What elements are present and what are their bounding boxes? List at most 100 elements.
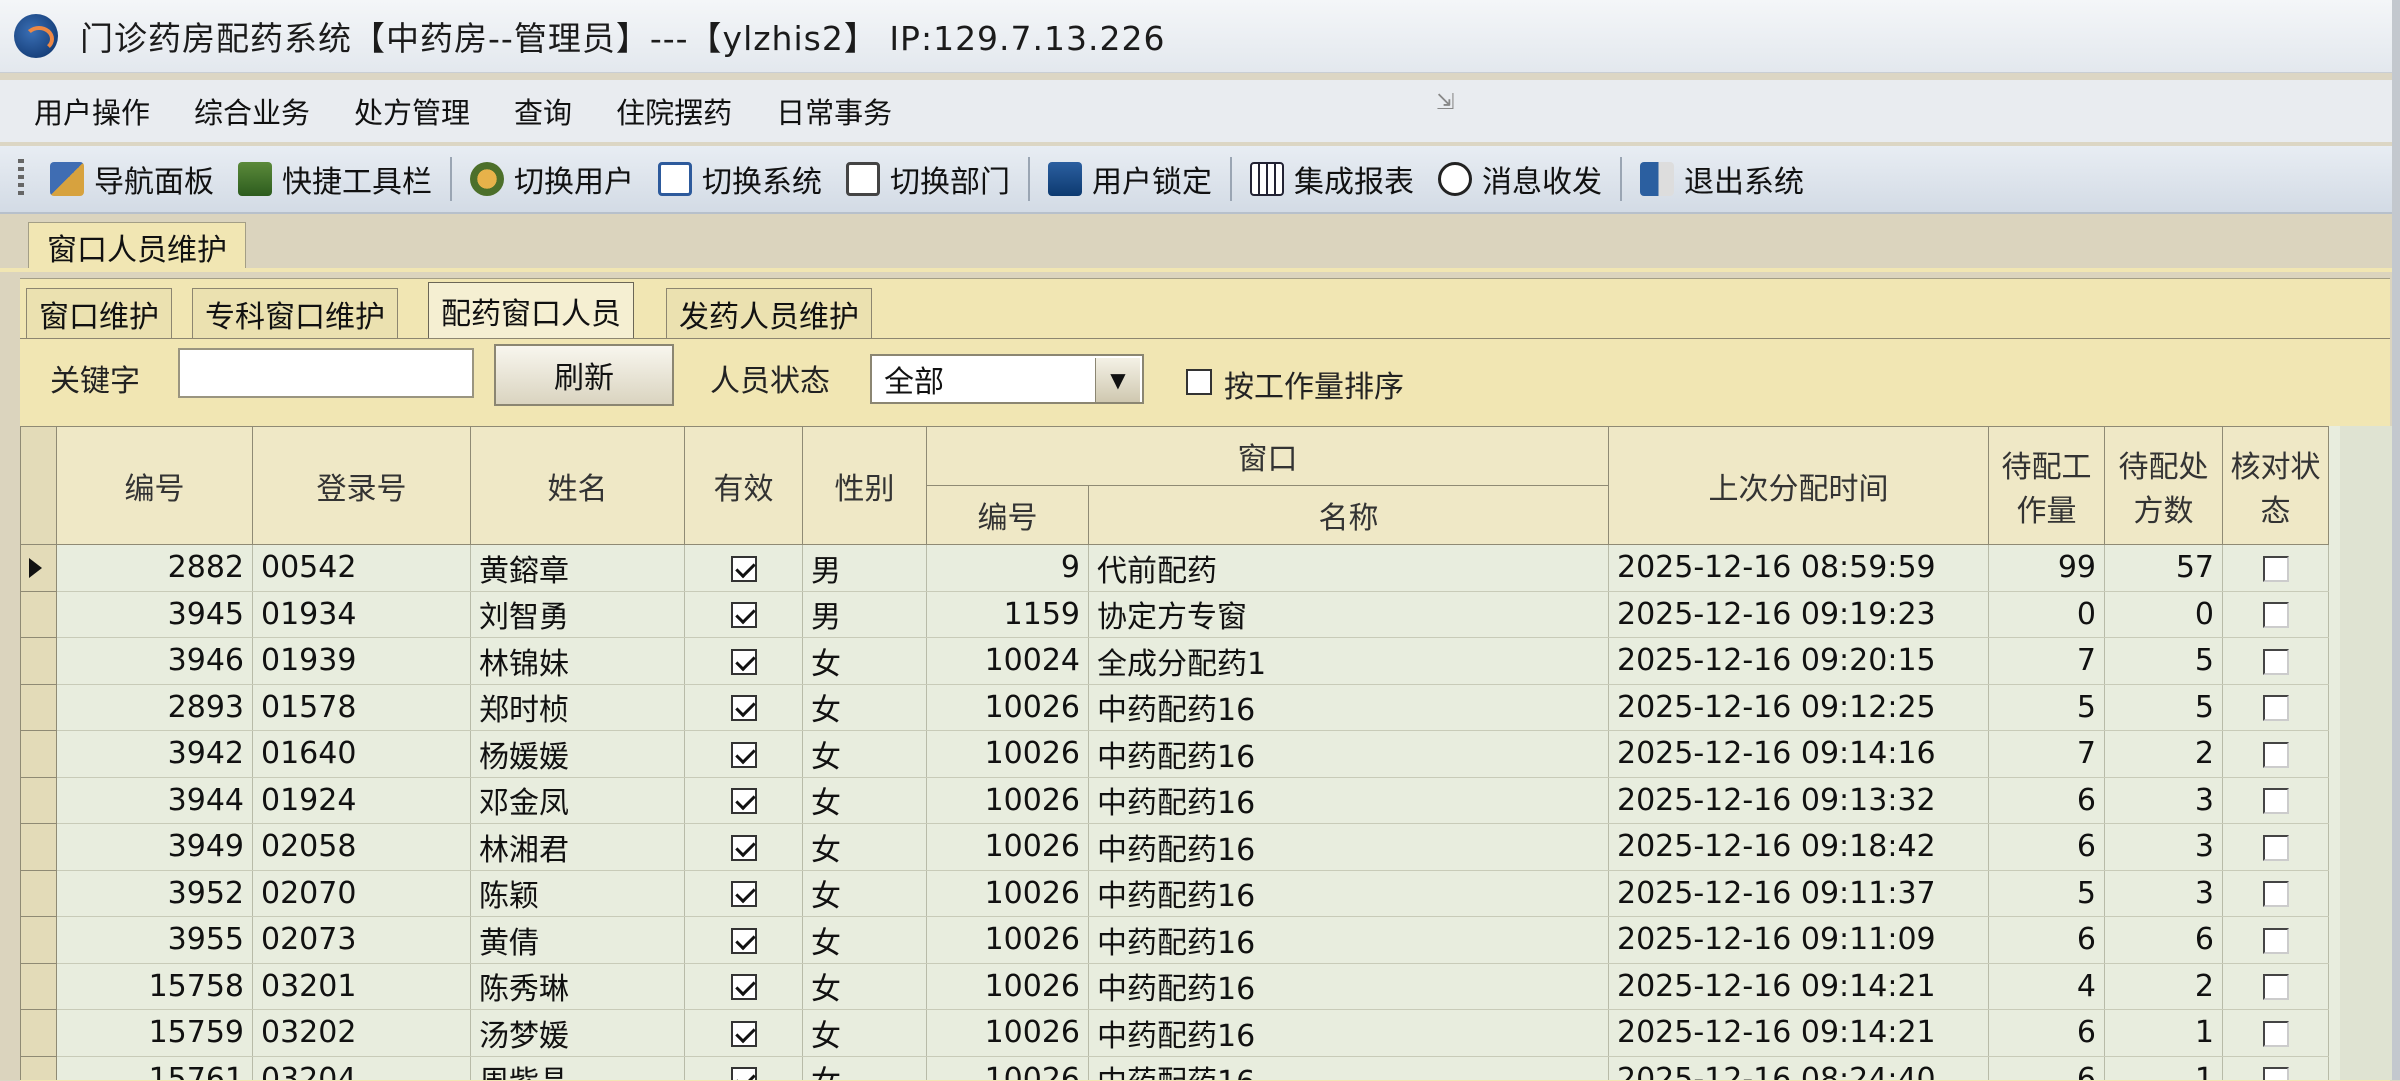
valid-checkbox[interactable] <box>730 1067 757 1080</box>
cell-name[interactable]: 黄倩 <box>470 916 685 964</box>
row-selector[interactable] <box>20 962 57 1010</box>
table-row[interactable]: 3945 01934 刘智勇 男 1159 协定方专窗 2025-12-16 09:19:2… <box>20 590 2329 638</box>
check-status-checkbox[interactable] <box>2262 741 2289 768</box>
cell-pending-workload[interactable]: 6 <box>1988 777 2105 824</box>
cell-pending-prescriptions[interactable]: 5 <box>2104 684 2223 731</box>
cell-valid[interactable] <box>684 591 803 638</box>
cell-window-id[interactable]: 10026 <box>926 963 1089 1010</box>
header-login[interactable]: 登录号 <box>252 426 471 545</box>
cell-window-id[interactable]: 9 <box>926 544 1089 592</box>
cell-window-name[interactable]: 中药配药16 <box>1088 684 1609 731</box>
cell-check-status[interactable] <box>2222 544 2329 592</box>
cell-gender[interactable]: 女 <box>802 916 927 964</box>
cell-last-assign-time[interactable]: 2025-12-16 09:11:37 <box>1608 870 1989 917</box>
cell-pending-prescriptions[interactable]: 2 <box>2104 730 2223 778</box>
cell-id[interactable]: 15761 <box>56 1056 253 1080</box>
cell-check-status[interactable] <box>2222 870 2329 917</box>
cell-login[interactable]: 02070 <box>252 870 471 917</box>
cell-check-status[interactable] <box>2222 730 2329 778</box>
cell-id[interactable]: 15759 <box>56 1009 253 1057</box>
header-name[interactable]: 姓名 <box>470 426 685 545</box>
cell-last-assign-time[interactable]: 2025-12-16 09:12:25 <box>1608 684 1989 731</box>
table-row[interactable]: 15758 03201 陈秀琳 女 10026 中药配药16 2025-12-16 09:1… <box>20 962 2329 1010</box>
cell-gender[interactable]: 女 <box>802 870 927 917</box>
cell-last-assign-time[interactable]: 2025-12-16 08:59:59 <box>1608 544 1989 592</box>
tab-window-staff-maintenance[interactable]: 窗口人员维护 <box>28 222 246 271</box>
cell-name[interactable]: 陈颖 <box>470 870 685 917</box>
cell-name[interactable]: 林锦妹 <box>470 637 685 685</box>
cell-pending-workload[interactable]: 6 <box>1988 916 2105 964</box>
cell-check-status[interactable] <box>2222 823 2329 871</box>
cell-pending-workload[interactable]: 7 <box>1988 637 2105 685</box>
header-id[interactable]: 编号 <box>56 426 253 545</box>
cell-last-assign-time[interactable]: 2025-12-16 09:13:32 <box>1608 777 1989 824</box>
cell-login[interactable]: 03202 <box>252 1009 471 1057</box>
cell-login[interactable]: 02073 <box>252 916 471 964</box>
cell-valid[interactable] <box>684 544 803 592</box>
cell-pending-prescriptions[interactable]: 3 <box>2104 823 2223 871</box>
cell-valid[interactable] <box>684 823 803 871</box>
cell-pending-workload[interactable]: 7 <box>1988 730 2105 778</box>
cell-gender[interactable]: 女 <box>802 963 927 1010</box>
cell-window-name[interactable]: 中药配药16 <box>1088 963 1609 1010</box>
table-row[interactable]: 3949 02058 林湘君 女 10026 中药配药16 2025-12-16 09:18… <box>20 823 2329 871</box>
refresh-button[interactable]: 刷新 <box>494 344 674 406</box>
cell-window-name[interactable]: 中药配药16 <box>1088 1009 1609 1057</box>
cell-name[interactable]: 黄鎔章 <box>470 544 685 592</box>
valid-checkbox[interactable] <box>730 555 757 582</box>
cell-id[interactable]: 15758 <box>56 963 253 1010</box>
row-selector[interactable] <box>20 683 57 731</box>
cell-check-status[interactable] <box>2222 777 2329 824</box>
header-check-status[interactable]: 核对状态 <box>2222 426 2329 545</box>
cell-login[interactable]: 01939 <box>252 637 471 685</box>
cell-gender[interactable]: 女 <box>802 1009 927 1057</box>
cell-name[interactable]: 邓金凤 <box>470 777 685 824</box>
valid-checkbox[interactable] <box>730 927 757 954</box>
cell-last-assign-time[interactable]: 2025-12-16 09:14:21 <box>1608 963 1989 1010</box>
cell-pending-workload[interactable]: 5 <box>1988 684 2105 731</box>
cell-window-id[interactable]: 10026 <box>926 1009 1089 1057</box>
exit-button[interactable]: 退出系统 <box>1628 152 1816 206</box>
cell-gender[interactable]: 女 <box>802 777 927 824</box>
subtab-window-maintenance[interactable]: 窗口维护 <box>26 288 172 339</box>
row-selector[interactable] <box>20 869 57 917</box>
header-window-name[interactable]: 名称 <box>1088 485 1609 545</box>
cell-pending-prescriptions[interactable]: 6 <box>2104 916 2223 964</box>
row-selector[interactable] <box>20 730 57 778</box>
menu-inpatient-dispensing[interactable]: 住院摆药 <box>594 90 754 132</box>
cell-window-id[interactable]: 1159 <box>926 591 1089 638</box>
cell-login[interactable]: 03201 <box>252 963 471 1010</box>
status-select[interactable]: 全部 ▼ <box>870 354 1144 404</box>
row-selector[interactable] <box>20 1009 57 1057</box>
cell-gender[interactable]: 男 <box>802 591 927 638</box>
cell-name[interactable]: 杨媛媛 <box>470 730 685 778</box>
cell-window-name[interactable]: 代前配药 <box>1088 544 1609 592</box>
cell-pending-prescriptions[interactable]: 1 <box>2104 1009 2223 1057</box>
cell-valid[interactable] <box>684 637 803 685</box>
cell-window-id[interactable]: 10024 <box>926 637 1089 685</box>
cell-name[interactable]: 林湘君 <box>470 823 685 871</box>
cell-window-name[interactable]: 中药配药16 <box>1088 777 1609 824</box>
cell-window-name[interactable]: 协定方专窗 <box>1088 591 1609 638</box>
cell-window-id[interactable]: 10026 <box>926 777 1089 824</box>
check-status-checkbox[interactable] <box>2262 648 2289 675</box>
cell-window-id[interactable]: 10026 <box>926 823 1089 871</box>
cell-window-id[interactable]: 10026 <box>926 730 1089 778</box>
check-status-checkbox[interactable] <box>2262 927 2289 954</box>
cell-check-status[interactable] <box>2222 1009 2329 1057</box>
cell-login[interactable]: 01924 <box>252 777 471 824</box>
valid-checkbox[interactable] <box>730 695 757 722</box>
header-pending-prescriptions[interactable]: 待配处方数 <box>2104 426 2223 545</box>
cell-id[interactable]: 2893 <box>56 684 253 731</box>
table-row[interactable]: 3952 02070 陈颖 女 10026 中药配药16 2025-12-16 09:11:… <box>20 869 2329 917</box>
cell-check-status[interactable] <box>2222 1056 2329 1080</box>
cell-valid[interactable] <box>684 870 803 917</box>
valid-checkbox[interactable] <box>730 648 757 675</box>
row-selector[interactable] <box>20 776 57 824</box>
cell-name[interactable]: 郑时桢 <box>470 684 685 731</box>
cell-login[interactable]: 01640 <box>252 730 471 778</box>
check-status-checkbox[interactable] <box>2262 555 2289 582</box>
cell-pending-workload[interactable]: 6 <box>1988 823 2105 871</box>
check-status-checkbox[interactable] <box>2262 788 2289 815</box>
navigation-panel-button[interactable]: 导航面板 <box>38 152 226 206</box>
